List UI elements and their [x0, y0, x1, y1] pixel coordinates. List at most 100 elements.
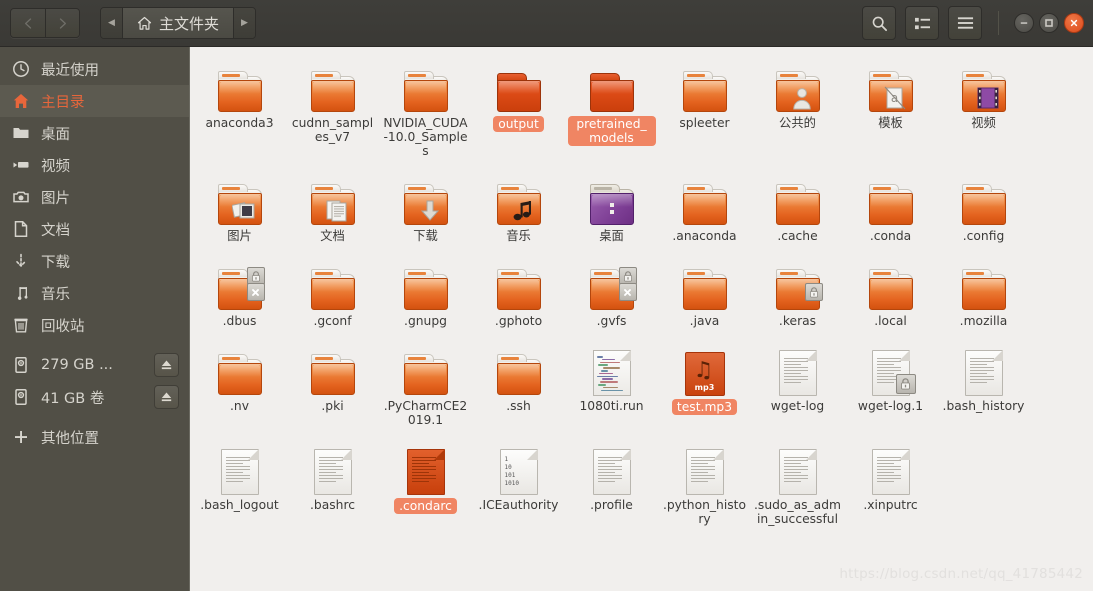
- watermark: https://blog.csdn.net/qq_41785442: [839, 566, 1083, 582]
- eject-button[interactable]: [154, 385, 179, 409]
- path-scroll-left-button[interactable]: ◀: [101, 8, 122, 38]
- document-icon: [871, 449, 910, 495]
- file-item[interactable]: .sudo_as_admin_successful: [751, 433, 844, 526]
- file-item[interactable]: pretrained_models: [565, 51, 658, 158]
- folder-icon: [868, 269, 914, 311]
- file-icon-wrapper: [775, 57, 821, 113]
- file-item[interactable]: .local: [844, 249, 937, 328]
- file-item[interactable]: 1 10 101 1010 .ICEauthority: [472, 433, 565, 526]
- file-item[interactable]: 视频: [937, 51, 1030, 158]
- file-item[interactable]: .conda: [844, 164, 937, 243]
- file-label: 下载: [413, 229, 438, 243]
- breadcrumb-home-label: 主文件夹: [159, 14, 220, 33]
- file-item[interactable]: .pki: [286, 334, 379, 427]
- file-item[interactable]: 桌面: [565, 164, 658, 243]
- sidebar-item-8[interactable]: 回收站: [0, 309, 189, 341]
- file-item[interactable]: .config: [937, 164, 1030, 243]
- main-menu-button[interactable]: [948, 6, 982, 40]
- file-item[interactable]: 文档: [286, 164, 379, 243]
- downloads-folder-overlay-icon: [415, 198, 445, 224]
- file-item[interactable]: spleeter: [658, 51, 751, 158]
- file-label: wget-log.1: [857, 399, 924, 413]
- file-browser-content[interactable]: anaconda3 cudnn_samples_v7 NVIDIA_CUDA-10.…: [191, 47, 1093, 591]
- file-item[interactable]: wget-log: [751, 334, 844, 427]
- file-item[interactable]: 图片: [193, 164, 286, 243]
- file-icon-wrapper: [217, 170, 263, 226]
- sidebar-item-4[interactable]: 图片: [0, 181, 189, 213]
- file-item[interactable]: 1080ti.run: [565, 334, 658, 427]
- file-label: .local: [874, 314, 907, 328]
- file-item[interactable]: wget-log.1: [844, 334, 937, 427]
- file-item[interactable]: NVIDIA_CUDA-10.0_Samples: [379, 51, 472, 158]
- folder-icon: [310, 354, 356, 396]
- file-item[interactable]: .gvfs: [565, 249, 658, 328]
- eject-icon: [161, 392, 172, 402]
- forward-button[interactable]: [45, 9, 79, 37]
- sidebar-item-11[interactable]: 其他位置: [0, 421, 189, 453]
- file-item[interactable]: anaconda3: [193, 51, 286, 158]
- minimize-button[interactable]: [1014, 13, 1034, 33]
- path-scroll-right-button[interactable]: ▶: [234, 8, 256, 38]
- file-item[interactable]: .xinputrc: [844, 433, 937, 526]
- file-item[interactable]: 下载: [379, 164, 472, 243]
- forward-arrow-icon: [59, 17, 66, 29]
- file-item[interactable]: .bashrc: [286, 433, 379, 526]
- file-item[interactable]: .python_history: [658, 433, 751, 526]
- breadcrumb-home[interactable]: 主文件夹: [122, 8, 235, 38]
- file-item[interactable]: ♫ mp3 test.mp3: [658, 334, 751, 427]
- lock-badge-icon: [804, 283, 823, 301]
- maximize-button[interactable]: [1039, 13, 1059, 33]
- hamburger-menu-icon: [957, 17, 973, 29]
- file-item[interactable]: .bash_history: [937, 334, 1030, 427]
- file-item[interactable]: .java: [658, 249, 751, 328]
- sidebar-item-9[interactable]: 279 GB ...: [0, 349, 189, 381]
- file-item[interactable]: .condarc: [379, 433, 472, 526]
- file-item[interactable]: .profile: [565, 433, 658, 526]
- file-item[interactable]: .anaconda: [658, 164, 751, 243]
- back-button[interactable]: [11, 9, 45, 37]
- file-icon-wrapper: [592, 439, 631, 495]
- folder-icon: [496, 184, 542, 226]
- sidebar-item-3[interactable]: 视频: [0, 149, 189, 181]
- sidebar-item-1[interactable]: 主目录: [0, 85, 189, 117]
- file-label: .anaconda: [672, 229, 737, 243]
- file-item[interactable]: a 模板: [844, 51, 937, 158]
- file-icon-wrapper: ♫ mp3: [684, 340, 725, 396]
- sidebar-item-0[interactable]: 最近使用: [0, 53, 189, 85]
- drive-icon: [0, 356, 41, 374]
- file-item[interactable]: .keras: [751, 249, 844, 328]
- sidebar-item-6[interactable]: 下载: [0, 245, 189, 277]
- close-button[interactable]: [1064, 13, 1084, 33]
- file-item[interactable]: .cache: [751, 164, 844, 243]
- sidebar-item-7[interactable]: 音乐: [0, 277, 189, 309]
- folder-icon: [589, 71, 635, 113]
- file-item[interactable]: 公共的: [751, 51, 844, 158]
- document-icon: [685, 449, 724, 495]
- file-item[interactable]: .gnupg: [379, 249, 472, 328]
- sidebar-item-10[interactable]: 41 GB 卷: [0, 381, 189, 413]
- folder-icon: [868, 184, 914, 226]
- file-item[interactable]: .ssh: [472, 334, 565, 427]
- file-label: spleeter: [679, 116, 730, 130]
- file-item[interactable]: output: [472, 51, 565, 158]
- view-options-button[interactable]: [905, 6, 939, 40]
- file-item[interactable]: .nv: [193, 334, 286, 427]
- folder-icon: [310, 71, 356, 113]
- file-item[interactable]: 音乐: [472, 164, 565, 243]
- folder-icon: [961, 71, 1007, 113]
- file-item[interactable]: cudnn_samples_v7: [286, 51, 379, 158]
- file-item[interactable]: .dbus: [193, 249, 286, 328]
- sidebar-item-5[interactable]: 文档: [0, 213, 189, 245]
- file-item[interactable]: .gphoto: [472, 249, 565, 328]
- file-icon-wrapper: [589, 255, 637, 311]
- sidebar-item-2[interactable]: 桌面: [0, 117, 189, 149]
- file-item[interactable]: .gconf: [286, 249, 379, 328]
- file-icon-wrapper: [220, 439, 259, 495]
- folder-icon: [496, 71, 542, 113]
- search-button[interactable]: [862, 6, 896, 40]
- file-item[interactable]: .mozilla: [937, 249, 1030, 328]
- file-item[interactable]: .bash_logout: [193, 433, 286, 526]
- eject-button[interactable]: [154, 353, 179, 377]
- document-icon: [592, 449, 631, 495]
- file-item[interactable]: .PyCharmCE2019.1: [379, 334, 472, 427]
